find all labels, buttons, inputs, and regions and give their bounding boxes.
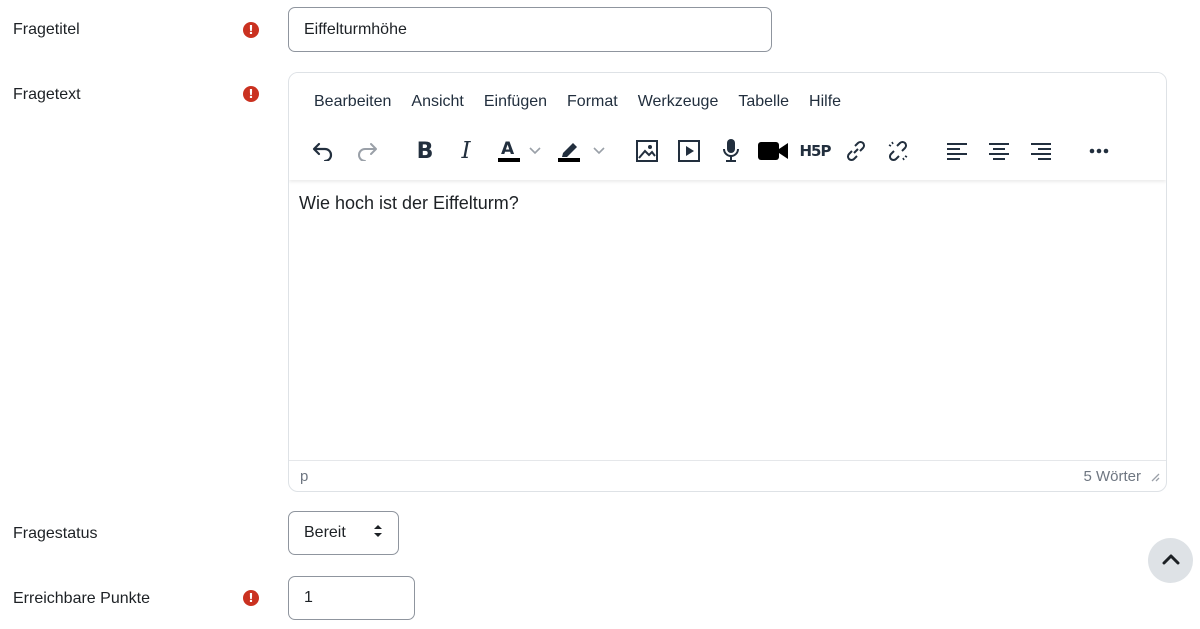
question-title-value: Eiffelturmhöhe: [304, 20, 407, 38]
align-center-icon[interactable]: [986, 133, 1012, 169]
menu-insert[interactable]: Einfügen: [474, 93, 557, 111]
question-status-label: Fragestatus: [13, 525, 98, 542]
link-icon[interactable]: [842, 133, 870, 169]
question-status-value: Bereit: [304, 524, 346, 541]
undo-icon[interactable]: [309, 133, 337, 169]
menu-tools[interactable]: Werkzeuge: [628, 93, 729, 111]
word-count[interactable]: 5 Wörter: [1083, 468, 1141, 485]
question-title-label: Fragetitel: [13, 21, 80, 38]
more-options-icon[interactable]: [1085, 133, 1113, 169]
question-title-input[interactable]: Eiffelturmhöhe: [288, 7, 772, 52]
scroll-to-top-button[interactable]: [1148, 538, 1193, 583]
menu-format[interactable]: Format: [557, 93, 628, 111]
rich-text-editor: Bearbeiten Ansicht Einfügen Format Werkz…: [288, 72, 1167, 492]
editor-content-area[interactable]: Wie hoch ist der Eiffelturm?: [299, 193, 519, 214]
chevron-down-icon[interactable]: [591, 133, 607, 169]
chevron-up-icon: [1162, 552, 1180, 570]
align-right-icon[interactable]: [1028, 133, 1054, 169]
italic-icon[interactable]: I: [452, 133, 480, 169]
redo-icon[interactable]: [353, 133, 381, 169]
bold-icon[interactable]: B: [411, 133, 439, 169]
menu-table[interactable]: Tabelle: [728, 93, 799, 111]
svg-text:A: A: [501, 139, 515, 159]
video-camera-icon[interactable]: [756, 133, 790, 169]
required-icon: !: [243, 590, 259, 606]
chevron-down-icon[interactable]: [527, 133, 543, 169]
question-status-select[interactable]: Bereit: [288, 511, 399, 555]
points-input[interactable]: 1: [288, 576, 415, 620]
question-text-label: Fragetext: [13, 86, 81, 103]
editor-statusbar: p 5 Wörter: [289, 460, 1166, 491]
editor-menubar: Bearbeiten Ansicht Einfügen Format Werkz…: [304, 93, 851, 111]
menu-help[interactable]: Hilfe: [799, 93, 851, 111]
editor-header: Bearbeiten Ansicht Einfügen Format Werkz…: [289, 73, 1166, 180]
menu-view[interactable]: Ansicht: [401, 93, 473, 111]
unlink-icon[interactable]: [884, 133, 912, 169]
align-left-icon[interactable]: [944, 133, 970, 169]
text-color-icon[interactable]: A: [494, 133, 524, 169]
editor-toolbar: B I A H5P: [289, 133, 1166, 169]
required-icon: !: [243, 86, 259, 102]
menu-edit[interactable]: Bearbeiten: [304, 93, 401, 111]
points-value: 1: [304, 589, 313, 606]
image-icon[interactable]: [633, 133, 661, 169]
media-icon[interactable]: [675, 133, 703, 169]
sort-caret-icon: [373, 523, 383, 544]
required-icon: !: [243, 22, 259, 38]
microphone-icon[interactable]: [717, 133, 745, 169]
element-path[interactable]: p: [300, 468, 308, 485]
points-label: Erreichbare Punkte: [13, 590, 150, 607]
resize-handle-icon[interactable]: [1148, 469, 1160, 486]
highlight-color-icon[interactable]: [554, 133, 584, 169]
h5p-icon[interactable]: H5P: [799, 133, 832, 169]
